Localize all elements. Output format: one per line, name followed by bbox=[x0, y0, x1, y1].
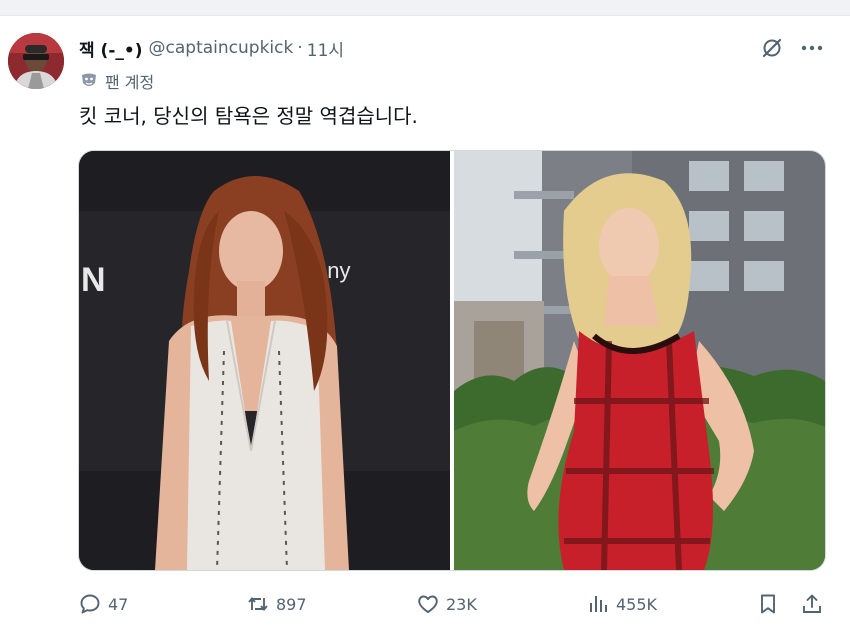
fan-account-badge: 팬 계정 bbox=[79, 70, 154, 92]
top-band bbox=[0, 0, 850, 16]
mask-icon bbox=[79, 71, 99, 91]
heart-icon bbox=[418, 595, 438, 613]
views-icon bbox=[590, 596, 607, 612]
bookmark-icon bbox=[761, 594, 775, 614]
photo-right[interactable] bbox=[454, 151, 825, 570]
user-handle[interactable]: @captaincupkick bbox=[149, 38, 294, 58]
separator-dot: · bbox=[297, 38, 303, 58]
share-icon bbox=[803, 594, 821, 613]
views-button[interactable]: 455K bbox=[586, 590, 657, 618]
like-button[interactable]: 23K bbox=[416, 590, 477, 618]
repost-count: 897 bbox=[276, 594, 307, 614]
avatar[interactable] bbox=[8, 33, 64, 89]
reply-button[interactable]: 47 bbox=[78, 590, 128, 618]
photo-left-image: N ony bbox=[79, 151, 450, 570]
backdrop-text-left: N bbox=[81, 261, 106, 299]
avatar-image bbox=[8, 33, 64, 89]
repost-icon bbox=[248, 597, 268, 611]
reply-icon bbox=[80, 594, 100, 614]
bookmark-button[interactable] bbox=[756, 590, 786, 618]
display-name[interactable]: 잭 (-_•) bbox=[79, 36, 143, 61]
tweet-media[interactable]: N ony bbox=[78, 150, 826, 571]
photo-left[interactable]: N ony bbox=[79, 151, 450, 570]
repost-button[interactable]: 897 bbox=[246, 590, 307, 618]
like-count: 23K bbox=[446, 594, 477, 614]
share-button[interactable] bbox=[800, 590, 830, 618]
tweet-time[interactable]: 11시 bbox=[307, 36, 344, 61]
tweet-text: 킷 코너, 당신의 탐욕은 정말 역겹습니다. bbox=[79, 104, 418, 128]
photo-right-image bbox=[454, 151, 825, 570]
reply-count: 47 bbox=[108, 594, 129, 614]
tweet-header: 잭 (-_•) @captaincupkick · 11시 bbox=[79, 35, 344, 61]
badge-label: 팬 계정 bbox=[105, 73, 155, 92]
action-bar: 47 897 23K 455K bbox=[78, 590, 826, 618]
views-count: 455K bbox=[616, 594, 658, 614]
more-icon[interactable] bbox=[800, 36, 824, 60]
grok-icon[interactable] bbox=[760, 36, 784, 60]
